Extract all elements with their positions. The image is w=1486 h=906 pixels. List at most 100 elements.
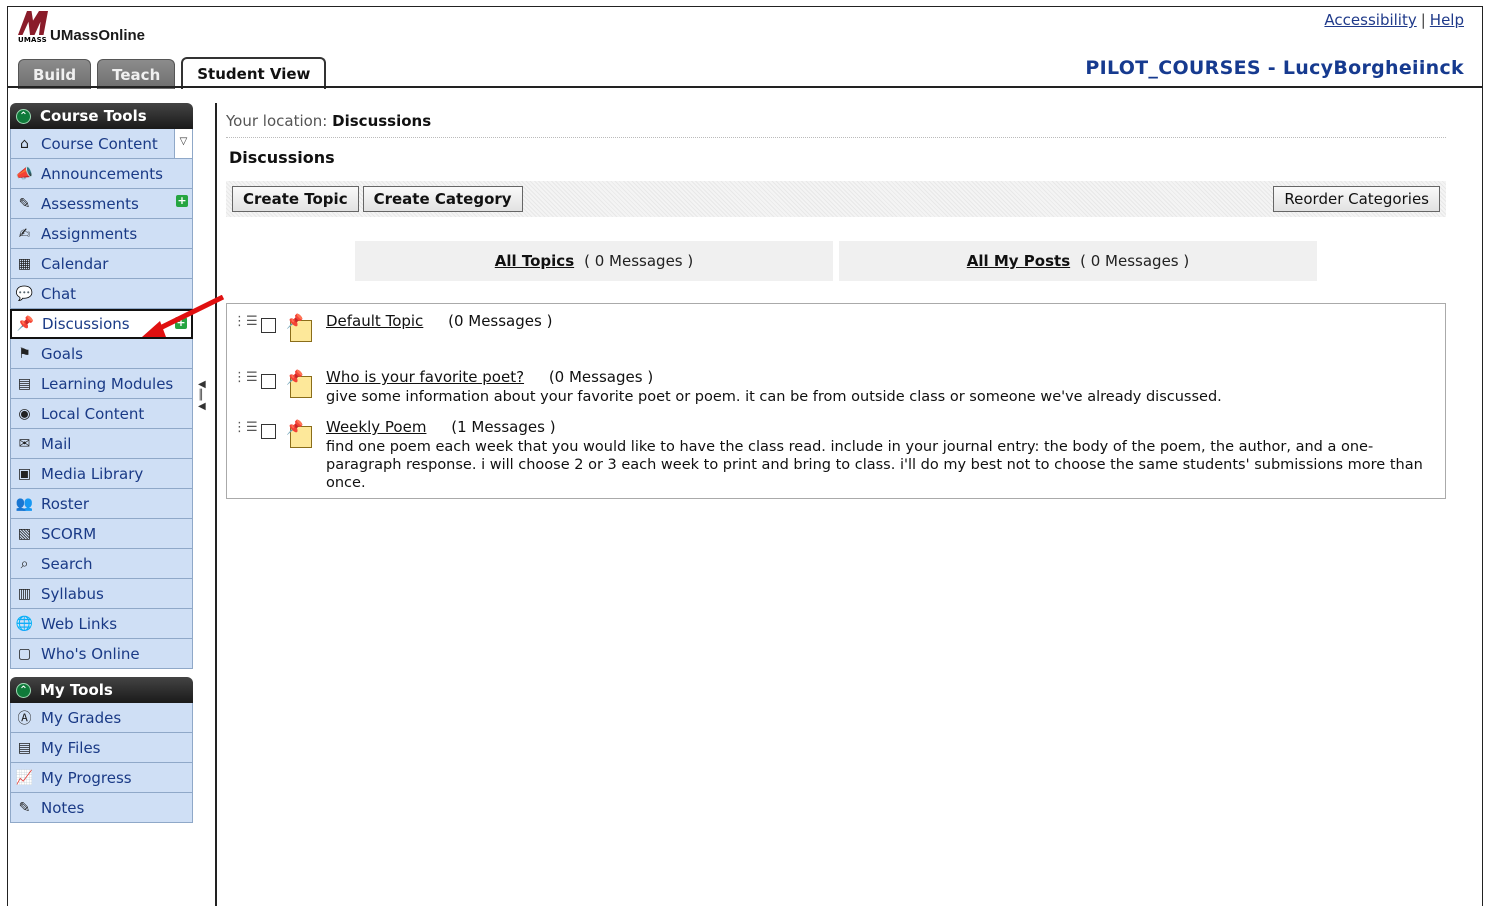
- sidebar-item-mail[interactable]: ✉ Mail: [10, 429, 193, 459]
- app-window: UMASS UMassOnline Accessibility | Help PIL…: [7, 6, 1483, 906]
- dropdown-chevron-icon[interactable]: ▽: [174, 129, 192, 158]
- goals-icon: ⚑: [18, 345, 31, 362]
- my-tools-header[interactable]: ⌃ My Tools: [10, 677, 193, 703]
- collapse-chevron-icon[interactable]: ⌃: [16, 108, 31, 124]
- disc-icon: ◉: [18, 405, 31, 422]
- course-tools-header[interactable]: ⌃ Course Tools: [10, 103, 193, 129]
- tab-build[interactable]: Build: [18, 59, 92, 89]
- list-item: ⋮☰ 📌 Default Topic (0 Messages ): [233, 310, 1437, 342]
- mail-icon: ✉: [18, 435, 31, 452]
- logo-small-text: UMASS: [18, 36, 47, 44]
- topic-title-link[interactable]: Weekly Poem: [326, 418, 426, 436]
- grades-icon: Ⓐ: [17, 710, 32, 727]
- top-links: Accessibility | Help: [1324, 11, 1464, 29]
- sidebar-item-label: Learning Modules: [41, 374, 174, 393]
- sidebar-item-local-content[interactable]: ◉ Local Content: [10, 399, 193, 429]
- sidebar: ⌃ Course Tools ⌂ Course Content ▽ 📣 Anno…: [10, 103, 193, 823]
- topic-checkbox[interactable]: [261, 374, 276, 389]
- megaphone-icon: 📣: [15, 165, 34, 182]
- page-title: Discussions: [229, 148, 335, 167]
- sidebar-item-calendar[interactable]: ▦ Calendar: [10, 249, 193, 279]
- media-icon: ▣: [17, 465, 32, 482]
- link-separator: |: [1420, 11, 1426, 29]
- all-my-posts-count: ( 0 Messages ): [1080, 252, 1190, 270]
- topic-list: ⋮☰ 📌 Default Topic (0 Messages ) ⋮☰ 📌 Wh…: [226, 303, 1446, 499]
- list-item: ⋮☰ 📌 Weekly Poem (1 Messages ) find one …: [233, 416, 1437, 492]
- topic-description: find one poem each week that you would l…: [326, 439, 1423, 491]
- sidebar-item-whos-online[interactable]: ▢ Who's Online: [10, 639, 193, 669]
- all-topics-count: ( 0 Messages ): [584, 252, 694, 270]
- sidebar-item-assignments[interactable]: ✍ Assignments: [10, 219, 193, 249]
- sidebar-item-label: Local Content: [41, 404, 145, 423]
- sidebar-item-label: Web Links: [41, 614, 118, 633]
- calendar-icon: ▦: [17, 255, 32, 272]
- action-bar: Create Topic Create Category Reorder Cat…: [226, 181, 1446, 217]
- help-link[interactable]: Help: [1430, 11, 1464, 29]
- my-tools-title: My Tools: [40, 681, 113, 699]
- topic-folder-icon: 📌: [286, 370, 314, 398]
- sidebar-item-my-progress[interactable]: 📈 My Progress: [10, 763, 193, 793]
- tab-teach[interactable]: Teach: [97, 59, 176, 89]
- drag-handle-icon[interactable]: ⋮☰: [233, 420, 258, 435]
- sidebar-item-syllabus[interactable]: ▥ Syllabus: [10, 579, 193, 609]
- sidebar-item-scorm[interactable]: ▧ SCORM: [10, 519, 193, 549]
- topic-checkbox[interactable]: [261, 318, 276, 333]
- sidebar-item-label: My Progress: [41, 768, 132, 787]
- magnifier-icon: ⌕: [20, 555, 29, 572]
- sidebar-item-announcements[interactable]: 📣 Announcements: [10, 159, 193, 189]
- sidebar-item-label: Notes: [41, 798, 85, 817]
- collapse-chevron-icon[interactable]: ⌃: [16, 682, 31, 698]
- sidebar-item-label: Chat: [41, 284, 77, 303]
- sidebar-item-course-content[interactable]: ⌂ Course Content ▽: [10, 129, 193, 159]
- location-prefix: Your location:: [226, 112, 328, 130]
- all-topics-link[interactable]: All Topics: [495, 252, 574, 270]
- topic-title-link[interactable]: Who is your favorite poet?: [326, 368, 524, 386]
- accessibility-link[interactable]: Accessibility: [1324, 11, 1416, 29]
- sidebar-item-my-files[interactable]: ▤ My Files: [10, 733, 193, 763]
- add-icon[interactable]: +: [176, 195, 188, 207]
- all-my-posts-link[interactable]: All My Posts: [967, 252, 1070, 270]
- people-icon: 👥: [15, 495, 34, 512]
- topic-checkbox[interactable]: [261, 424, 276, 439]
- sidebar-item-learning-modules[interactable]: ▤ Learning Modules: [10, 369, 193, 399]
- breadcrumb: Your location: Discussions: [226, 112, 1446, 138]
- sidebar-item-web-links[interactable]: 🌐 Web Links: [10, 609, 193, 639]
- sidebar-collapse-handle[interactable]: ◀ ║ ◀: [198, 379, 208, 439]
- progress-icon: 📈: [15, 769, 34, 786]
- create-category-button[interactable]: Create Category: [362, 186, 523, 212]
- topic-message-count: (1 Messages ): [451, 418, 556, 436]
- scorm-icon: ▧: [17, 525, 32, 542]
- sidebar-item-assessments[interactable]: ✎ Assessments +: [10, 189, 193, 219]
- all-topics-cell: All Topics ( 0 Messages ): [355, 241, 833, 281]
- home-icon: ⌂: [20, 135, 29, 152]
- topic-folder-icon: 📌: [286, 314, 314, 342]
- sidebar-item-label: Course Content: [41, 134, 158, 153]
- topic-description: give some information about your favorit…: [326, 389, 1222, 405]
- notes-icon: ✎: [18, 799, 31, 816]
- sidebar-item-notes[interactable]: ✎ Notes: [10, 793, 193, 823]
- main-divider: [215, 103, 217, 906]
- course-title: PILOT_COURSES - LucyBorgheiinck: [1085, 57, 1464, 79]
- all-my-posts-cell: All My Posts ( 0 Messages ): [839, 241, 1317, 281]
- tab-student-view[interactable]: Student View: [181, 57, 327, 89]
- sidebar-item-my-grades[interactable]: Ⓐ My Grades: [10, 703, 193, 733]
- sidebar-item-roster[interactable]: 👥 Roster: [10, 489, 193, 519]
- topic-title-link[interactable]: Default Topic: [326, 312, 423, 330]
- reorder-categories-button[interactable]: Reorder Categories: [1273, 186, 1440, 212]
- online-icon: ▢: [17, 645, 32, 662]
- assignment-icon: ✍: [18, 225, 31, 242]
- drag-handle-icon[interactable]: ⋮☰: [233, 370, 258, 385]
- view-tabs: Build Teach Student View: [18, 57, 332, 89]
- sidebar-item-label: Assessments: [41, 194, 139, 213]
- sidebar-item-label: Goals: [41, 344, 83, 363]
- sidebar-item-media-library[interactable]: ▣ Media Library: [10, 459, 193, 489]
- umassonline-logo[interactable]: UMASS UMassOnline: [18, 11, 145, 44]
- sidebar-item-label: Discussions: [42, 315, 130, 333]
- pushpin-icon: 📌: [16, 316, 35, 332]
- sidebar-item-label: Announcements: [41, 164, 163, 183]
- sidebar-item-label: Who's Online: [41, 644, 140, 663]
- files-icon: ▤: [17, 739, 32, 756]
- sidebar-item-label: Mail: [41, 434, 72, 453]
- create-topic-button[interactable]: Create Topic: [232, 186, 359, 212]
- sidebar-item-search[interactable]: ⌕ Search: [10, 549, 193, 579]
